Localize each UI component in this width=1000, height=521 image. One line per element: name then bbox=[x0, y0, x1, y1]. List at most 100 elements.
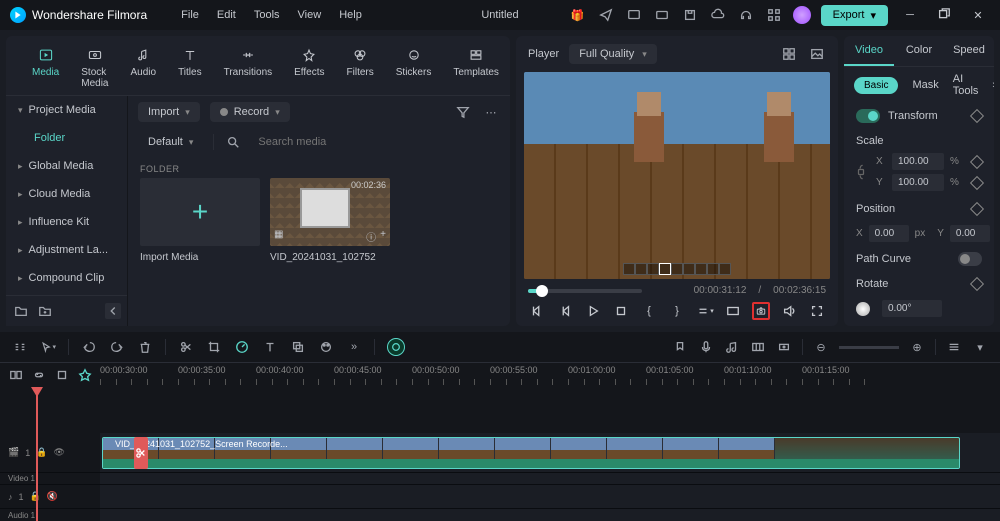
sort-dropdown[interactable]: Default▾ bbox=[138, 132, 203, 152]
props-tab-video[interactable]: Video bbox=[844, 36, 894, 66]
cloud-icon[interactable] bbox=[709, 6, 727, 24]
more-icon[interactable]: ⋯ bbox=[482, 103, 500, 121]
subtab-ai-tools[interactable]: AI Tools bbox=[953, 73, 979, 97]
keyframe-diamond[interactable] bbox=[970, 202, 984, 216]
scale-y-input[interactable] bbox=[892, 174, 944, 191]
tl-split-icon[interactable] bbox=[178, 339, 194, 355]
tl-render-icon[interactable] bbox=[776, 339, 792, 355]
tl-expand-icon[interactable] bbox=[12, 339, 28, 355]
video-preview[interactable] bbox=[524, 72, 830, 279]
headset-icon[interactable] bbox=[737, 6, 755, 24]
tl-auto-icon[interactable] bbox=[77, 367, 92, 383]
send-icon[interactable] bbox=[597, 6, 615, 24]
subtab-basic[interactable]: Basic bbox=[854, 77, 898, 94]
tl-copy-icon[interactable] bbox=[290, 339, 306, 355]
layout-icon[interactable] bbox=[780, 45, 798, 63]
new-folder-plus-icon[interactable] bbox=[36, 302, 54, 320]
tl-speed-icon[interactable] bbox=[234, 339, 250, 355]
chevron-right-icon[interactable]: › bbox=[992, 76, 994, 94]
sidebar-item-adjustment-layer[interactable]: ▸Adjustment La... bbox=[6, 236, 127, 264]
aspect-button[interactable] bbox=[724, 302, 742, 320]
tl-link-icon[interactable] bbox=[31, 367, 46, 383]
props-tab-speed[interactable]: Speed bbox=[944, 36, 994, 66]
tab-stock-media[interactable]: Stock Media bbox=[71, 44, 118, 91]
tl-text-icon[interactable] bbox=[262, 339, 278, 355]
mark-in-button[interactable]: { bbox=[640, 302, 658, 320]
menu-help[interactable]: Help bbox=[339, 9, 362, 21]
tl-view-icon[interactable] bbox=[946, 339, 962, 355]
sidebar-item-cloud-media[interactable]: ▸Cloud Media bbox=[6, 180, 127, 208]
tl-settings-icon[interactable]: ▾ bbox=[972, 339, 988, 355]
tab-effects[interactable]: Effects bbox=[284, 44, 334, 91]
tl-crop-icon[interactable] bbox=[206, 339, 222, 355]
transform-toggle[interactable] bbox=[856, 109, 880, 123]
tab-templates[interactable]: Templates bbox=[443, 44, 509, 91]
marker-dropdown[interactable]: ▾ bbox=[696, 302, 714, 320]
sidebar-item-influence-kit[interactable]: ▸Influence Kit bbox=[6, 208, 127, 236]
split-marker[interactable] bbox=[134, 437, 148, 469]
user-avatar[interactable] bbox=[793, 6, 811, 24]
tl-delete-icon[interactable] bbox=[137, 339, 153, 355]
minimize-button[interactable]: ─ bbox=[898, 3, 922, 27]
filter-icon[interactable] bbox=[454, 103, 472, 121]
record-dropdown[interactable]: Record▾ bbox=[210, 102, 290, 122]
screen1-icon[interactable] bbox=[625, 6, 643, 24]
tab-filters[interactable]: Filters bbox=[337, 44, 384, 91]
volume-button[interactable] bbox=[780, 302, 798, 320]
grid-icon[interactable] bbox=[765, 6, 783, 24]
play-button[interactable] bbox=[584, 302, 602, 320]
zoom-out-icon[interactable]: ⊖ bbox=[813, 339, 829, 355]
image-icon[interactable] bbox=[808, 45, 826, 63]
mute-icon[interactable]: 🔇 bbox=[47, 491, 58, 502]
tab-titles[interactable]: Titles bbox=[168, 44, 212, 91]
mark-out-button[interactable]: } bbox=[668, 302, 686, 320]
import-dropdown[interactable]: Import▾ bbox=[138, 102, 200, 122]
stop-button[interactable] bbox=[612, 302, 630, 320]
add-icon[interactable]: + bbox=[380, 229, 386, 244]
pos-x-input[interactable] bbox=[869, 225, 909, 242]
tab-media[interactable]: Media bbox=[22, 44, 69, 91]
props-tab-color[interactable]: Color bbox=[894, 36, 944, 66]
tab-stickers[interactable]: Stickers bbox=[386, 44, 442, 91]
subtab-mask[interactable]: Mask bbox=[912, 79, 938, 91]
tl-marker-icon[interactable] bbox=[672, 339, 688, 355]
menu-file[interactable]: File bbox=[181, 9, 199, 21]
info-icon[interactable]: ⓘ bbox=[366, 229, 376, 244]
timeline-clip[interactable]: VID_20241031_102752_Screen Recorde... bbox=[102, 437, 960, 469]
sidebar-item-compound-clip[interactable]: ▸Compound Clip bbox=[6, 264, 127, 292]
sidebar-item-global-media[interactable]: ▸Global Media bbox=[6, 152, 127, 180]
playhead[interactable] bbox=[36, 387, 38, 521]
tab-audio[interactable]: Audio bbox=[120, 44, 166, 91]
zoom-in-icon[interactable]: ⊕ bbox=[909, 339, 925, 355]
media-clip-tile[interactable]: 00:02:36 ▦ ⓘ + VID_20241031_102752 bbox=[270, 178, 390, 263]
close-button[interactable]: ✕ bbox=[966, 3, 990, 27]
gift-icon[interactable]: 🎁 bbox=[569, 6, 587, 24]
tl-mixer-icon[interactable] bbox=[750, 339, 766, 355]
menu-tools[interactable]: Tools bbox=[254, 9, 280, 21]
tl-undo-icon[interactable] bbox=[81, 339, 97, 355]
tab-transitions[interactable]: Transitions bbox=[214, 44, 283, 91]
tl-track-lock-icon[interactable] bbox=[8, 367, 23, 383]
grid-view-icon[interactable]: ▦ bbox=[274, 229, 283, 244]
scale-x-input[interactable] bbox=[892, 153, 944, 170]
collapse-sidebar-icon[interactable] bbox=[105, 303, 121, 319]
sidebar-item-project-media[interactable]: ▾Project Media bbox=[6, 96, 127, 124]
tl-redo-icon[interactable] bbox=[109, 339, 125, 355]
zoom-slider[interactable] bbox=[839, 346, 899, 349]
search-input[interactable] bbox=[252, 132, 500, 152]
step-back-button[interactable] bbox=[556, 302, 574, 320]
export-button[interactable]: Export▾ bbox=[821, 5, 888, 26]
tl-color-icon[interactable] bbox=[318, 339, 334, 355]
keyframe-diamond[interactable] bbox=[970, 175, 984, 189]
prev-frame-button[interactable] bbox=[528, 302, 546, 320]
fullscreen-button[interactable] bbox=[808, 302, 826, 320]
quality-select[interactable]: Full Quality▾ bbox=[569, 44, 657, 64]
snapshot-button[interactable] bbox=[752, 302, 770, 320]
tl-magnet-icon[interactable] bbox=[54, 367, 69, 383]
seek-slider[interactable] bbox=[528, 289, 642, 293]
screen2-icon[interactable] bbox=[653, 6, 671, 24]
import-media-tile[interactable]: + Import Media bbox=[140, 178, 260, 263]
tl-more-icon[interactable]: » bbox=[346, 339, 362, 355]
maximize-button[interactable] bbox=[932, 3, 956, 27]
ruler[interactable]: 00:00:30:0000:00:35:0000:00:40:0000:00:4… bbox=[100, 363, 1000, 387]
